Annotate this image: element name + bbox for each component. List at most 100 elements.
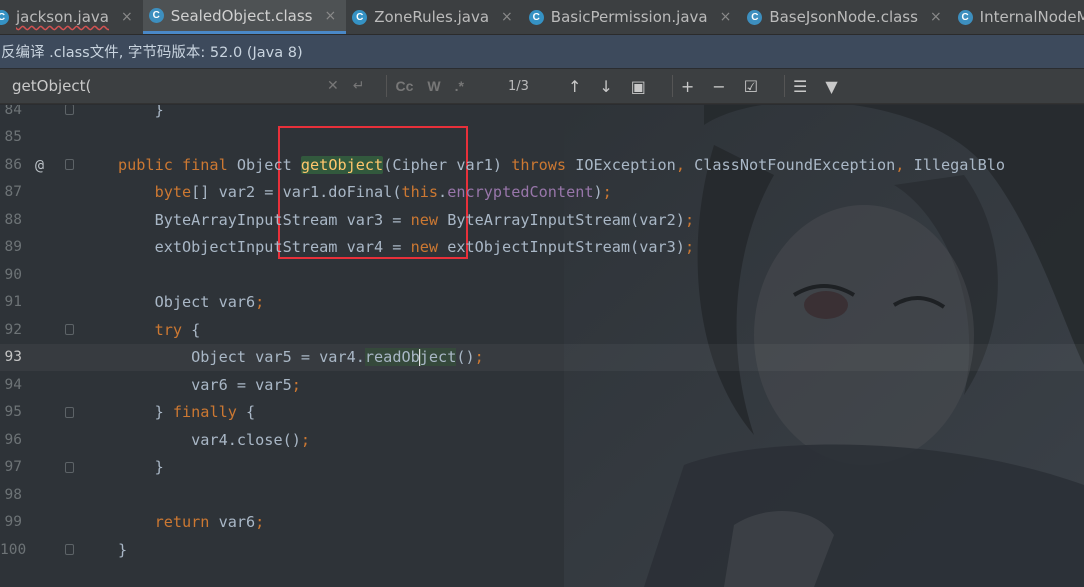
code-text[interactable]: var4.close(); [118, 431, 310, 449]
code-text[interactable]: } [118, 105, 164, 119]
search-icon[interactable]: ⌕ [0, 78, 12, 94]
code-text[interactable]: extObjectInputStream var4 = new extObjec… [118, 238, 695, 257]
fold-marker-icon[interactable] [65, 406, 74, 418]
code-line[interactable]: 96 var4.close(); [0, 426, 1084, 454]
add-occurrence-icon[interactable]: + [681, 77, 694, 96]
previous-occurrence-icon[interactable]: ↑ [568, 77, 581, 96]
editor-tab[interactable]: C BasicPermission.java × [523, 0, 742, 34]
code-token: extObjectInputStream var4 = [118, 238, 411, 257]
code-line[interactable]: 84 } [0, 105, 1084, 124]
line-number[interactable]: 96 [0, 432, 22, 448]
line-number[interactable]: 98 [0, 487, 22, 503]
filter-search-results-icon[interactable]: ☰ [793, 77, 807, 96]
editor-tab[interactable]: C InternalNodeMap [952, 0, 1084, 34]
fold-marker-icon[interactable] [65, 105, 74, 116]
code-line[interactable]: 97 } [0, 454, 1084, 482]
fold-marker-icon[interactable] [65, 324, 74, 336]
code-line[interactable]: 88 ByteArrayInputStream var3 = new ByteA… [0, 206, 1084, 234]
select-all-occurrences-icon[interactable]: ▣ [631, 77, 646, 96]
tab-label: BaseJsonNode.class [769, 8, 918, 26]
line-number[interactable]: 94 [0, 377, 22, 393]
close-tab-icon[interactable]: × [501, 9, 513, 25]
close-tab-icon[interactable]: × [121, 9, 133, 25]
code-token: new [410, 238, 448, 257]
editor-tab[interactable]: C SealedObject.class × [142, 0, 347, 34]
fold-marker-icon[interactable] [65, 159, 74, 171]
code-text[interactable]: var6 = var5; [118, 376, 301, 394]
line-number[interactable]: 87 [0, 184, 22, 200]
editor-tab[interactable]: Cjackson.java × [0, 0, 143, 34]
code-text[interactable]: try { [118, 320, 201, 339]
fold-marker-icon[interactable] [65, 461, 74, 473]
line-number[interactable]: 90 [0, 267, 22, 283]
line-number[interactable]: 95 [0, 404, 22, 420]
code-line[interactable]: 92 try { [0, 316, 1084, 344]
code-token: getObject [300, 155, 384, 174]
line-number[interactable]: 88 [0, 212, 22, 228]
search-input[interactable]: getObject( [12, 77, 327, 95]
line-number[interactable]: 97 [0, 459, 22, 475]
code-text[interactable]: public final Object getObject(Cipher var… [118, 155, 1005, 174]
code-editor[interactable]: 84 } 85 86 @ public final Object getObject(C… [0, 105, 1084, 587]
editor-tab[interactable]: C BaseJsonNode.class × [741, 0, 951, 34]
clear-search-icon[interactable]: ✕ [327, 78, 339, 94]
close-tab-icon[interactable]: × [324, 8, 336, 24]
code-line[interactable]: 87 byte[] var2 = var1.doFinal(this.encry… [0, 179, 1084, 207]
code-token: ClassNotFoundException [694, 155, 896, 174]
java-class-icon: C [352, 9, 368, 25]
code-text[interactable]: } [118, 458, 164, 476]
next-occurrence-icon[interactable]: ↓ [599, 77, 612, 96]
code-token: try [154, 320, 192, 339]
code-text[interactable]: } finally { [118, 403, 256, 422]
code-text[interactable]: return var6; [118, 513, 265, 531]
line-number[interactable]: 86 [0, 157, 22, 173]
line-number[interactable]: 84 [0, 105, 22, 118]
code-line[interactable]: 86 @ public final Object getObject(Cipher … [0, 151, 1084, 179]
code-line[interactable]: 94 var6 = var5; [0, 371, 1084, 399]
code-text[interactable]: byte[] var2 = var1.doFinal(this.encrypte… [118, 183, 612, 201]
decompiled-notice-bar: 反编译 .class文件, 字节码版本: 52.0 (Java 8) [0, 35, 1084, 68]
line-number[interactable]: 100 [0, 542, 26, 558]
code-line[interactable]: 93 Object var5 = var4.readObject(); [0, 343, 1084, 371]
line-number[interactable]: 93 [0, 349, 22, 365]
code-text[interactable]: ByteArrayInputStream var3 = new ByteArra… [118, 211, 695, 229]
tab-label: SealedObject.class [170, 6, 313, 25]
code-text[interactable]: Object var6; [118, 293, 265, 312]
close-tab-icon[interactable]: × [930, 9, 942, 25]
line-number[interactable]: 92 [0, 322, 22, 338]
compiled-class-icon: C [148, 8, 164, 23]
code-line[interactable]: 89 extObjectInputStream var4 = new extOb… [0, 234, 1084, 262]
match-count: 1/3 [507, 78, 529, 94]
line-number[interactable]: 99 [0, 514, 22, 530]
select-all-matches-icon[interactable]: ☑ [744, 77, 758, 96]
code-line[interactable]: 91 Object var6; [0, 289, 1084, 317]
code-token: ; [255, 293, 265, 312]
line-number[interactable]: 89 [0, 239, 22, 255]
override-marker-icon[interactable]: @ [35, 156, 44, 174]
whole-words-toggle[interactable]: W [427, 78, 440, 94]
close-tab-icon[interactable]: × [720, 9, 732, 25]
code-line[interactable]: 98 [0, 481, 1084, 509]
code-line[interactable]: 85 [0, 124, 1084, 152]
code-text[interactable]: Object var5 = var4.readObject(); [118, 348, 484, 367]
code-line[interactable]: 90 [0, 261, 1084, 289]
tab-label: BasicPermission.java [550, 8, 708, 26]
remove-occurrence-icon[interactable]: − [712, 77, 725, 96]
fold-marker-icon[interactable] [65, 544, 74, 556]
code-token: finally [172, 403, 247, 422]
regex-toggle[interactable]: .* [455, 78, 464, 94]
code-token: var6 = var5 [118, 375, 292, 394]
code-line[interactable]: 99 return var6; [0, 509, 1084, 537]
new-line-icon[interactable]: ↵ [353, 78, 365, 94]
filter-icon[interactable]: ▼ [825, 77, 837, 96]
separator [671, 75, 673, 97]
match-case-toggle[interactable]: Cc [395, 78, 413, 94]
line-number[interactable]: 91 [0, 294, 22, 310]
code-line[interactable]: 95 } finally { [0, 399, 1084, 427]
code-line[interactable]: 100} [0, 536, 1084, 564]
editor-tab[interactable]: C ZoneRules.java × [346, 0, 523, 34]
code-text[interactable]: } [118, 541, 127, 559]
line-number[interactable]: 85 [0, 129, 22, 145]
code-token: ; [291, 375, 301, 394]
